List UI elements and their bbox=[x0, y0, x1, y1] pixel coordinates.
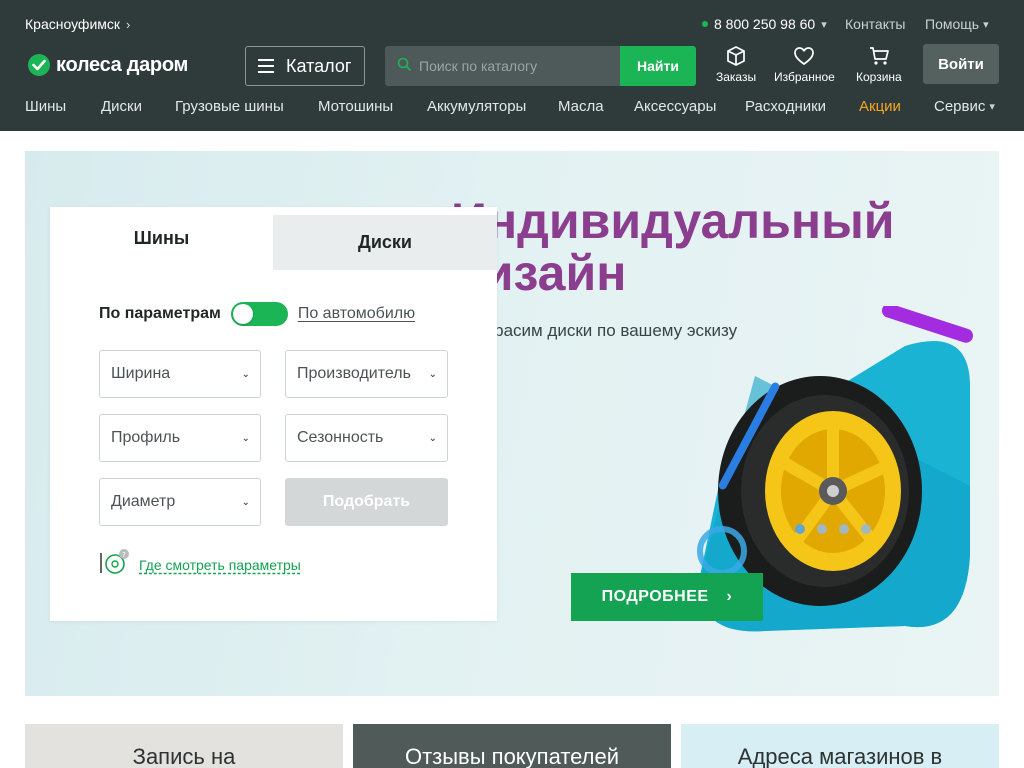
card-title: Адреса магазинов в bbox=[737, 744, 943, 768]
search-button[interactable]: Найти bbox=[620, 46, 696, 86]
carousel-dot[interactable] bbox=[861, 524, 871, 534]
nav-item-promotions[interactable]: Акции bbox=[859, 98, 901, 115]
carousel-dot[interactable] bbox=[795, 524, 805, 534]
svg-text:?: ? bbox=[122, 551, 126, 559]
reviews-card[interactable]: Отзывы покупателей bbox=[353, 724, 671, 768]
width-select-value: Ширина bbox=[111, 365, 171, 382]
mode-toggle[interactable] bbox=[230, 302, 288, 326]
chevron-down-icon: ▾ bbox=[821, 18, 827, 31]
width-select[interactable]: Ширина ⌄ bbox=[99, 350, 261, 398]
card-title: Запись на bbox=[132, 744, 236, 768]
nav-item-accessories[interactable]: Аксессуары bbox=[634, 98, 716, 115]
chevron-down-icon: ▾ bbox=[983, 18, 989, 31]
site-header: Красноуфимск › 8 800 250 98 60 ▾ Контакт… bbox=[0, 0, 1024, 131]
profile-select-value: Профиль bbox=[111, 429, 181, 446]
logo-text: колеса даром bbox=[56, 53, 188, 76]
store-addresses-card[interactable]: Адреса магазинов в bbox=[681, 724, 999, 768]
mode-by-params[interactable]: По параметрам bbox=[99, 305, 221, 323]
nav-item-truck-tires[interactable]: Грузовые шины bbox=[175, 98, 284, 115]
banner-title: Индивидуальный дизайн bbox=[451, 195, 931, 299]
search-input[interactable] bbox=[419, 58, 609, 74]
cart-label: Корзина bbox=[856, 70, 902, 84]
carousel-dot[interactable] bbox=[839, 524, 849, 534]
maker-select[interactable]: Производитель ⌄ bbox=[285, 350, 448, 398]
box-icon bbox=[725, 45, 747, 67]
chevron-right-icon: › bbox=[126, 16, 131, 32]
catalog-label: Каталог bbox=[286, 55, 352, 76]
chevron-right-icon: › bbox=[726, 588, 733, 605]
carousel-dot[interactable] bbox=[817, 524, 827, 534]
login-button[interactable]: Войти bbox=[923, 44, 999, 84]
search-bar: Найти bbox=[385, 46, 696, 86]
orders-label: Заказы bbox=[716, 70, 757, 84]
menu-icon bbox=[258, 59, 274, 73]
online-status-dot bbox=[702, 21, 708, 27]
tire-filter-card: Шины Диски По параметрам По автомобилю Ш… bbox=[50, 207, 497, 621]
favorites-label: Избранное bbox=[774, 70, 835, 84]
card-title: Отзывы покупателей bbox=[404, 744, 620, 768]
pick-button[interactable]: Подобрать bbox=[285, 478, 448, 526]
service-booking-card[interactable]: Запись на bbox=[25, 724, 343, 768]
check-icon bbox=[28, 54, 50, 76]
where-params-help: ? Где смотреть параметры bbox=[99, 549, 301, 580]
profile-select[interactable]: Профиль ⌄ bbox=[99, 414, 261, 462]
orders-link[interactable]: Заказы bbox=[716, 45, 756, 84]
carousel-dots bbox=[795, 524, 871, 534]
help-label: Помощь bbox=[925, 16, 980, 32]
help-menu[interactable]: Помощь ▾ bbox=[925, 16, 989, 32]
heart-icon bbox=[793, 45, 815, 67]
cart-icon bbox=[868, 45, 890, 67]
tab-wheels[interactable]: Диски bbox=[273, 215, 497, 270]
maker-select-value: Производитель bbox=[297, 365, 411, 382]
nav-item-batteries[interactable]: Аккумуляторы bbox=[427, 98, 526, 115]
search-field bbox=[385, 46, 620, 86]
nav-item-wheels[interactable]: Диски bbox=[101, 98, 142, 115]
nav-item-moto-tires[interactable]: Мотошины bbox=[318, 98, 393, 115]
season-select[interactable]: Сезонность ⌄ bbox=[285, 414, 448, 462]
service-label: Сервис bbox=[934, 98, 986, 115]
mode-by-car-link[interactable]: По автомобилю bbox=[298, 305, 415, 323]
chevron-down-icon: ⌄ bbox=[241, 432, 250, 444]
contacts-link[interactable]: Контакты bbox=[845, 16, 905, 32]
chevron-down-icon: ⌄ bbox=[241, 496, 250, 508]
nav-item-consumables[interactable]: Расходники bbox=[745, 98, 826, 115]
search-icon bbox=[397, 57, 411, 76]
top-bar: Красноуфимск › 8 800 250 98 60 ▾ Контакт… bbox=[0, 0, 1024, 48]
catalog-button[interactable]: Каталог bbox=[245, 46, 365, 86]
tire-info-icon: ? bbox=[99, 549, 129, 580]
tab-tires[interactable]: Шины bbox=[50, 207, 273, 270]
city-selector[interactable]: Красноуфимск › bbox=[25, 16, 130, 32]
chevron-down-icon: ⌄ bbox=[428, 368, 437, 380]
main-nav: Шины Диски Грузовые шины Мотошины Аккуму… bbox=[0, 96, 1024, 120]
diameter-select[interactable]: Диаметр ⌄ bbox=[99, 478, 261, 526]
season-select-value: Сезонность bbox=[297, 429, 384, 446]
phone-number: 8 800 250 98 60 bbox=[714, 16, 816, 32]
banner-more-label: ПОДРОБНЕЕ bbox=[601, 588, 709, 605]
chevron-down-icon: ⌄ bbox=[428, 432, 437, 444]
banner-title-line2: дизайн bbox=[451, 245, 627, 301]
phone-selector[interactable]: 8 800 250 98 60 ▾ bbox=[702, 16, 827, 32]
chevron-down-icon: ▾ bbox=[989, 101, 995, 113]
site-logo[interactable]: колеса даром bbox=[28, 52, 188, 78]
filter-mode-switch: По параметрам По автомобилю bbox=[99, 302, 415, 326]
banner-more-button[interactable]: ПОДРОБНЕЕ › bbox=[571, 573, 763, 621]
banner-title-line1: Индивидуальный bbox=[451, 193, 895, 249]
favorites-link[interactable]: Избранное bbox=[774, 45, 835, 84]
chevron-down-icon: ⌄ bbox=[241, 368, 250, 380]
diameter-select-value: Диаметр bbox=[111, 493, 176, 510]
nav-item-oils[interactable]: Масла bbox=[558, 98, 604, 115]
cart-link[interactable]: Корзина bbox=[856, 45, 902, 84]
nav-item-service[interactable]: Сервис ▾ bbox=[934, 98, 995, 115]
where-params-link[interactable]: Где смотреть параметры bbox=[139, 557, 301, 573]
nav-item-tires[interactable]: Шины bbox=[25, 98, 66, 115]
city-name: Красноуфимск bbox=[25, 16, 121, 32]
